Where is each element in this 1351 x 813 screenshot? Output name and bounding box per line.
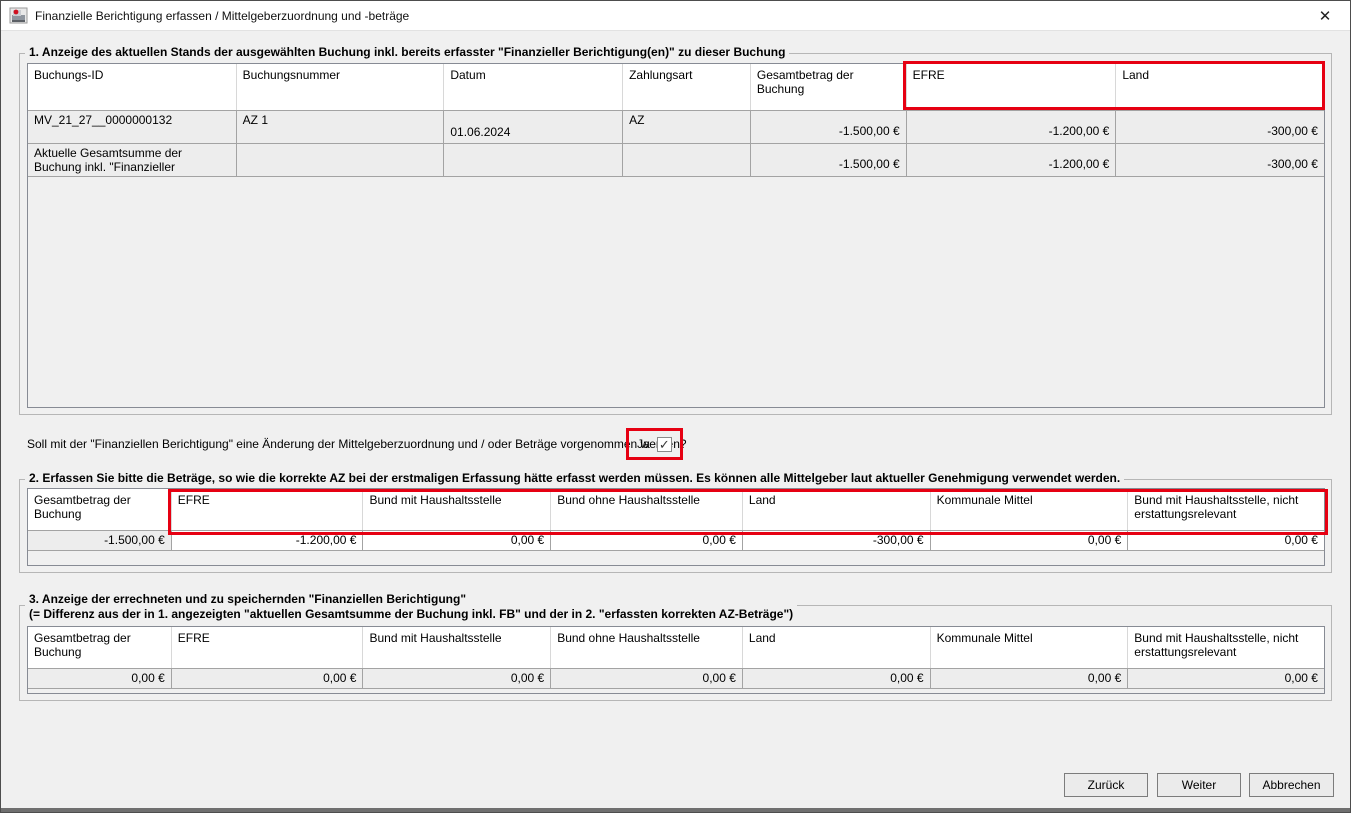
title-bar: Finanzielle Berichtigung erfassen / Mitt… (1, 1, 1350, 31)
column-header-bund-nicht-erstattung: Bund mit Haushaltsstelle, nicht erstattu… (1128, 627, 1324, 668)
fb-total-amount-cell: 0,00 € (28, 669, 172, 688)
bund-mit-hh-amount-input[interactable]: 0,00 € (363, 531, 551, 550)
column-header-datum: Datum (444, 64, 623, 110)
bund-ohne-hh-amount-input[interactable]: 0,00 € (551, 531, 743, 550)
efre-amount-cell: -1.200,00 € (907, 111, 1117, 143)
column-header-buchungs-id: Buchungs-ID (28, 64, 237, 110)
table3-header-row: Gesamtbetrag der Buchung EFRE Bund mit H… (28, 627, 1324, 669)
empty-cell (237, 144, 445, 176)
column-header-kommunale-mittel: Kommunale Mittel (931, 627, 1129, 668)
app-icon (9, 7, 28, 24)
column-header-bund-mit-hh: Bund mit Haushaltsstelle (363, 489, 551, 530)
column-header-gesamtbetrag: Gesamtbetrag der Buchung (28, 627, 172, 668)
total-amount-cell: -1.500,00 € (28, 531, 172, 550)
column-header-buchungsnummer: Buchungsnummer (237, 64, 445, 110)
date-cell: 01.06.2024 (444, 111, 623, 143)
answer-label: Ja (637, 437, 650, 451)
land-amount-input[interactable]: -300,00 € (743, 531, 931, 550)
current-land-amount-cell: -300,00 € (1116, 144, 1324, 176)
fb-bund-ohne-hh-amount-cell: 0,00 € (551, 669, 743, 688)
column-header-efre: EFRE (172, 489, 364, 530)
bund-nicht-erstattung-amount-input[interactable]: 0,00 € (1128, 531, 1324, 550)
table-row-current-sum: Aktuelle Gesamtsumme der Buchung inkl. "… (28, 144, 1324, 177)
column-header-land: Land (743, 627, 931, 668)
highlight-box-answer: Ja ✓ (626, 428, 683, 460)
table2-header-row: Gesamtbetrag der Buchung EFRE Bund mit H… (28, 489, 1324, 531)
change-question-label: Soll mit der "Finanziellen Berichtigung"… (27, 437, 687, 451)
ja-checkbox[interactable]: ✓ (657, 437, 672, 452)
current-sum-label-cell: Aktuelle Gesamtsumme der Buchung inkl. "… (28, 144, 237, 176)
column-header-efre: EFRE (907, 64, 1117, 110)
column-header-bund-ohne-hh: Bund ohne Haushaltsstelle (551, 627, 743, 668)
total-amount-cell: -1.500,00 € (751, 111, 907, 143)
fb-kommunale-mittel-amount-cell: 0,00 € (931, 669, 1129, 688)
fb-bund-nicht-erstattung-amount-cell: 0,00 € (1128, 669, 1324, 688)
empty-cell (444, 144, 623, 176)
kommunale-mittel-amount-input[interactable]: 0,00 € (931, 531, 1129, 550)
column-header-gesamtbetrag: Gesamtbetrag der Buchung (28, 489, 172, 530)
table1-header-row: Buchungs-ID Buchungsnummer Datum Zahlung… (28, 64, 1324, 111)
column-header-gesamtbetrag: Gesamtbetrag der Buchung (751, 64, 907, 110)
column-header-bund-ohne-hh: Bund ohne Haushaltsstelle (551, 489, 743, 530)
calculated-correction-table: Gesamtbetrag der Buchung EFRE Bund mit H… (27, 626, 1325, 694)
fb-land-amount-cell: 0,00 € (743, 669, 931, 688)
section3-legend-line1: 3. Anzeige der errechneten und zu speich… (29, 592, 793, 607)
next-button[interactable]: Weiter (1157, 773, 1241, 797)
column-header-zahlungsart: Zahlungsart (623, 64, 751, 110)
payment-type-cell: AZ (623, 111, 751, 143)
correct-amounts-table: Gesamtbetrag der Buchung EFRE Bund mit H… (27, 488, 1325, 566)
column-header-bund-nicht-erstattung: Bund mit Haushaltsstelle, nicht erstattu… (1128, 489, 1324, 530)
table2-input-row: -1.500,00 € -1.200,00 € 0,00 € 0,00 € -3… (28, 531, 1324, 551)
section2-legend: 2. Erfassen Sie bitte die Beträge, so wi… (25, 471, 1124, 485)
back-button[interactable]: Zurück (1064, 773, 1148, 797)
cancel-button[interactable]: Abbrechen (1249, 773, 1334, 797)
dialog-window: Finanzielle Berichtigung erfassen / Mitt… (0, 0, 1351, 813)
section2-groupbox: 2. Erfassen Sie bitte die Beträge, so wi… (19, 479, 1332, 573)
table-row-booking: MV_21_27__0000000132 AZ 1 01.06.2024 AZ … (28, 111, 1324, 144)
column-header-efre: EFRE (172, 627, 364, 668)
current-total-amount-cell: -1.500,00 € (751, 144, 907, 176)
column-header-land: Land (1116, 64, 1324, 110)
background-window-edge (1, 808, 1350, 812)
land-amount-cell: -300,00 € (1116, 111, 1324, 143)
column-header-land: Land (743, 489, 931, 530)
fb-bund-mit-hh-amount-cell: 0,00 € (363, 669, 551, 688)
window-title: Finanzielle Berichtigung erfassen / Mitt… (35, 9, 409, 23)
close-button[interactable]: ✕ (1308, 3, 1342, 29)
section3-legend: 3. Anzeige der errechneten und zu speich… (25, 592, 797, 622)
section3-groupbox: 3. Anzeige der errechneten und zu speich… (19, 605, 1332, 701)
table3-result-row: 0,00 € 0,00 € 0,00 € 0,00 € 0,00 € 0,00 … (28, 669, 1324, 689)
empty-cell (623, 144, 751, 176)
efre-amount-input[interactable]: -1.200,00 € (172, 531, 364, 550)
current-efre-amount-cell: -1.200,00 € (907, 144, 1117, 176)
section3-legend-line2: (= Differenz aus der in 1. angezeigten "… (29, 607, 793, 622)
fb-efre-amount-cell: 0,00 € (172, 669, 364, 688)
column-header-kommunale-mittel: Kommunale Mittel (931, 489, 1129, 530)
section1-groupbox: 1. Anzeige des aktuellen Stands der ausg… (19, 53, 1332, 415)
column-header-bund-mit-hh: Bund mit Haushaltsstelle (363, 627, 551, 668)
booking-id-cell: MV_21_27__0000000132 (28, 111, 237, 143)
booking-number-cell: AZ 1 (237, 111, 445, 143)
booking-status-table: Buchungs-ID Buchungsnummer Datum Zahlung… (27, 63, 1325, 408)
section1-legend: 1. Anzeige des aktuellen Stands der ausg… (25, 45, 789, 59)
